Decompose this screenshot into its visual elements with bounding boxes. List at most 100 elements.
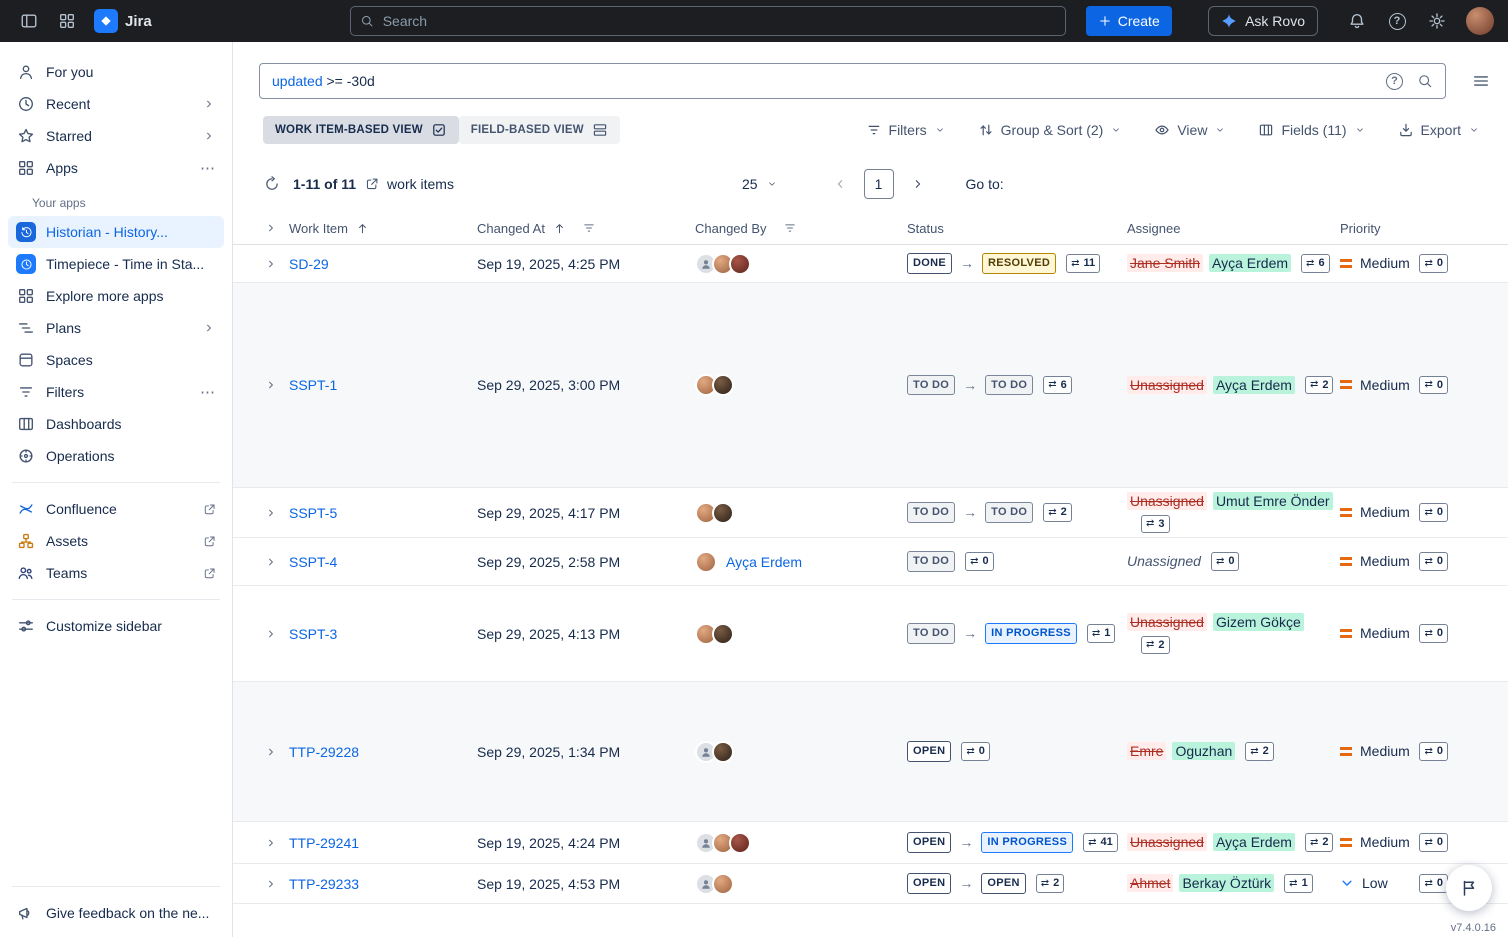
sidebar-item-apps[interactable]: Apps ⋯ bbox=[8, 152, 224, 184]
column-header-status[interactable]: Status bbox=[907, 221, 1127, 236]
global-search[interactable] bbox=[350, 6, 1066, 36]
table-toolbar: Filters Group & Sort (2) View Fields (11… bbox=[866, 122, 1482, 138]
collapse-sidebar-button[interactable] bbox=[14, 6, 44, 36]
table-row[interactable]: SSPT-5 Sep 29, 2025, 4:17 PM TO DO → TO … bbox=[233, 488, 1508, 538]
swap-icon: ⇄ bbox=[1088, 836, 1096, 849]
user-avatar[interactable] bbox=[1466, 7, 1494, 35]
work-item-link[interactable]: TTP-29233 bbox=[289, 876, 359, 892]
feedback-fab-button[interactable] bbox=[1446, 865, 1492, 911]
column-header-changed-by[interactable]: Changed By bbox=[695, 221, 907, 236]
sidebar-item-explore-apps[interactable]: Explore more apps bbox=[8, 280, 224, 312]
sidebar-item-recent[interactable]: Recent bbox=[8, 88, 224, 120]
column-header-changed-at[interactable]: Changed At bbox=[477, 221, 695, 236]
settings-button[interactable] bbox=[1422, 6, 1452, 36]
sidebar-item-spaces[interactable]: Spaces bbox=[8, 344, 224, 376]
sidebar-item-teams[interactable]: Teams bbox=[8, 557, 224, 589]
expand-row-chevron-icon[interactable] bbox=[264, 257, 278, 271]
open-in-new-icon[interactable] bbox=[365, 177, 379, 191]
sidebar-item-plans[interactable]: Plans bbox=[8, 312, 224, 344]
sidebar-item-timepiece[interactable]: Timepiece - Time in Sta... bbox=[8, 248, 224, 280]
results-label: work items bbox=[387, 176, 454, 192]
sidebar-item-operations[interactable]: Operations bbox=[8, 440, 224, 472]
sidebar-item-customize[interactable]: Customize sidebar bbox=[8, 610, 224, 642]
view-dropdown[interactable]: View bbox=[1154, 122, 1226, 138]
work-item-link[interactable]: SSPT-5 bbox=[289, 505, 337, 521]
expand-row-chevron-icon[interactable] bbox=[264, 627, 278, 641]
assignee-change-count-badge: ⇄2 bbox=[1305, 376, 1334, 394]
work-item-based-view-tab[interactable]: WORK ITEM-BASED VIEW bbox=[263, 116, 459, 144]
expand-row-chevron-icon[interactable] bbox=[264, 877, 278, 891]
expand-row-chevron-icon[interactable] bbox=[264, 378, 278, 392]
work-item-link[interactable]: SSPT-3 bbox=[289, 626, 337, 642]
assignee-old-value: Ahmet bbox=[1127, 874, 1173, 892]
column-header-work-item[interactable]: Work Item bbox=[289, 221, 477, 236]
next-page-button[interactable] bbox=[910, 176, 926, 192]
query-menu-icon[interactable] bbox=[1472, 72, 1490, 90]
status-to-badge: TO DO bbox=[985, 502, 1033, 522]
chevron-right-icon[interactable] bbox=[202, 321, 216, 335]
work-item-link[interactable]: SD-29 bbox=[289, 256, 329, 272]
sidebar-item-for-you[interactable]: For you bbox=[8, 56, 224, 88]
current-page-indicator[interactable]: 1 bbox=[864, 169, 894, 199]
help-button[interactable]: ? bbox=[1382, 6, 1412, 36]
ask-rovo-button[interactable]: Ask Rovo bbox=[1208, 6, 1318, 36]
table-row[interactable]: TTP-29241 Sep 19, 2025, 4:24 PM OPEN → I… bbox=[233, 822, 1508, 864]
query-search-icon[interactable] bbox=[1417, 73, 1433, 89]
sidebar-item-starred[interactable]: Starred bbox=[8, 120, 224, 152]
table-row[interactable]: SSPT-1 Sep 29, 2025, 3:00 PM TO DO → TO … bbox=[233, 283, 1508, 488]
table-row[interactable]: SSPT-3 Sep 29, 2025, 4:13 PM TO DO → IN … bbox=[233, 586, 1508, 682]
column-header-assignee[interactable]: Assignee bbox=[1127, 221, 1340, 236]
page-size-select[interactable]: 25 bbox=[742, 176, 778, 192]
sidebar-item-confluence[interactable]: Confluence bbox=[8, 493, 224, 525]
sidebar-item-feedback[interactable]: Give feedback on the ne... bbox=[8, 897, 224, 929]
query-help-icon[interactable]: ? bbox=[1386, 73, 1403, 90]
search-input[interactable] bbox=[350, 6, 1066, 36]
column-header-priority[interactable]: Priority bbox=[1340, 221, 1508, 236]
sidebar-item-dashboards[interactable]: Dashboards bbox=[8, 408, 224, 440]
notifications-button[interactable] bbox=[1342, 6, 1372, 36]
assignee-new-value: Umut Emre Önder bbox=[1213, 492, 1333, 510]
expand-row-chevron-icon[interactable] bbox=[264, 836, 278, 850]
sidebar-item-filters[interactable]: Filters ⋯ bbox=[8, 376, 224, 408]
app-switcher-button[interactable] bbox=[52, 6, 82, 36]
changed-at-value: Sep 19, 2025, 4:25 PM bbox=[477, 256, 695, 272]
jira-home-link[interactable]: Jira bbox=[94, 9, 152, 33]
assignee-change-count-badge: ⇄0 bbox=[1211, 552, 1240, 570]
filters-dropdown[interactable]: Filters bbox=[866, 122, 946, 138]
work-item-link[interactable]: TTP-29228 bbox=[289, 744, 359, 760]
chevron-right-icon[interactable] bbox=[202, 129, 216, 143]
swap-icon: ⇄ bbox=[1424, 877, 1432, 890]
expand-all-chevron-icon[interactable] bbox=[264, 221, 278, 235]
expand-row-chevron-icon[interactable] bbox=[264, 745, 278, 759]
fields-dropdown[interactable]: Fields (11) bbox=[1258, 122, 1365, 138]
more-options-icon[interactable]: ⋯ bbox=[200, 161, 216, 176]
export-dropdown[interactable]: Export bbox=[1398, 122, 1480, 138]
table-row[interactable]: SD-29 Sep 19, 2025, 4:25 PM DONE → RESOL… bbox=[233, 245, 1508, 283]
table-row[interactable]: TTP-29228 Sep 29, 2025, 1:34 PM OPEN ⇄0 … bbox=[233, 682, 1508, 822]
expand-row-chevron-icon[interactable] bbox=[264, 506, 278, 520]
work-item-link[interactable]: TTP-29241 bbox=[289, 835, 359, 851]
table-row[interactable]: SSPT-4 Sep 29, 2025, 2:58 PM Ayça Erdem … bbox=[233, 538, 1508, 586]
refresh-button[interactable] bbox=[264, 176, 280, 192]
work-item-link[interactable]: SSPT-4 bbox=[289, 554, 337, 570]
changed-by-name-link[interactable]: Ayça Erdem bbox=[726, 554, 802, 570]
chevron-right-icon[interactable] bbox=[202, 97, 216, 111]
work-item-link[interactable]: SSPT-1 bbox=[289, 377, 337, 393]
table-row[interactable]: TTP-29233 Sep 19, 2025, 4:53 PM OPEN → O… bbox=[233, 864, 1508, 904]
avatar bbox=[712, 873, 734, 895]
swap-icon: ⇄ bbox=[1424, 378, 1432, 391]
field-based-view-tab[interactable]: FIELD-BASED VIEW bbox=[459, 116, 620, 144]
column-filter-icon[interactable] bbox=[582, 221, 596, 235]
main-content: updated >= -30d ? WORK ITEM-BASED VIEW F… bbox=[233, 42, 1508, 937]
jql-query-input[interactable]: updated >= -30d ? bbox=[259, 63, 1446, 99]
sidebar-panel-icon bbox=[20, 12, 38, 30]
group-sort-dropdown[interactable]: Group & Sort (2) bbox=[978, 122, 1123, 138]
create-button[interactable]: Create bbox=[1086, 6, 1172, 36]
expand-row-chevron-icon[interactable] bbox=[264, 555, 278, 569]
sidebar-item-historian[interactable]: Historian - History... bbox=[8, 216, 224, 248]
more-options-icon[interactable]: ⋯ bbox=[200, 385, 216, 400]
previous-page-button[interactable] bbox=[832, 176, 848, 192]
column-filter-icon[interactable] bbox=[783, 221, 797, 235]
sidebar-item-assets[interactable]: Assets bbox=[8, 525, 224, 557]
assignee-new-value: Ayça Erdem bbox=[1209, 254, 1291, 272]
